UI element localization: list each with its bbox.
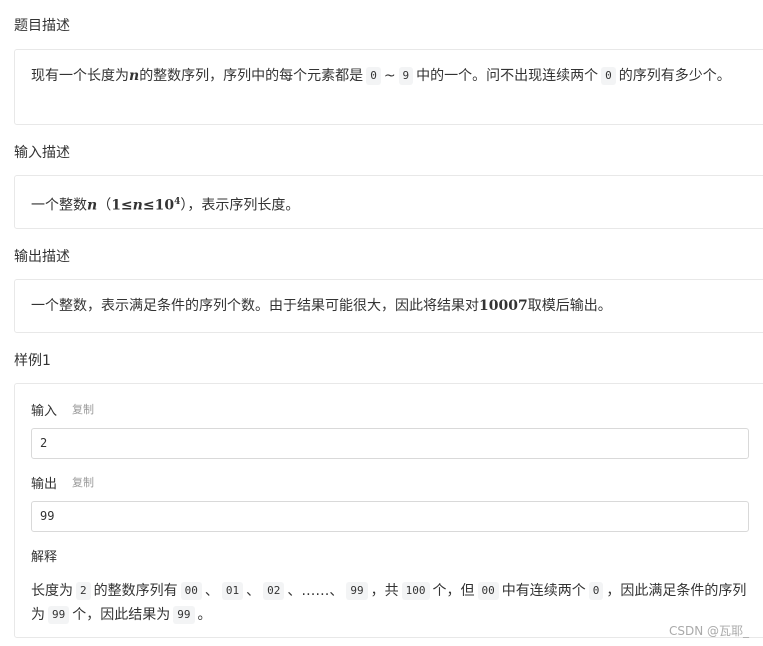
output-card: 一个整数，表示满足条件的序列个数。由于结果可能很大，因此将结果对10007取模后… xyxy=(14,279,763,333)
watermark: CSDN @瓦耶_ xyxy=(668,624,749,638)
input-card: 一个整数n（1≤n≤104），表示序列长度。 xyxy=(14,175,763,229)
sample-input-box[interactable]: 2 xyxy=(31,428,749,459)
input-text: 一个整数n（1≤n≤104），表示序列长度。 xyxy=(31,197,300,214)
description-text: 现有一个长度为n的整数序列，序列中的每个元素都是 0 ~9 中的一个。问不出现连续两个… xyxy=(31,67,731,85)
description-heading: 题目描述 xyxy=(14,18,70,34)
copy-output-button[interactable]: 复制 xyxy=(72,474,94,490)
explain-label: 解释 xyxy=(31,550,58,565)
sample-input-label: 输入 xyxy=(31,404,58,419)
input-heading: 输入描述 xyxy=(14,145,70,161)
copy-input-button[interactable]: 复制 xyxy=(72,401,94,417)
sample-card: 输入 复制 2 输出 复制 99 解释 长度为 2 的整数序列有 00、 01、 02、…… xyxy=(14,383,763,638)
sample-heading: 样例1 xyxy=(14,353,51,369)
sample-output-label: 输出 xyxy=(31,477,58,492)
explain-text: 长度为 2 的整数序列有 00、 01、 02、……、 99 ，共 100 个，但 00 中有连续两个… xyxy=(31,582,747,624)
output-heading: 输出描述 xyxy=(14,249,70,265)
sample-output-box[interactable]: 99 xyxy=(31,501,749,532)
output-text: 一个整数，表示满足条件的序列个数。由于结果可能很大，因此将结果对10007取模后… xyxy=(31,298,612,314)
description-card: 现有一个长度为n的整数序列，序列中的每个元素都是 0 ~9 中的一个。问不出现连续两个… xyxy=(14,49,763,125)
